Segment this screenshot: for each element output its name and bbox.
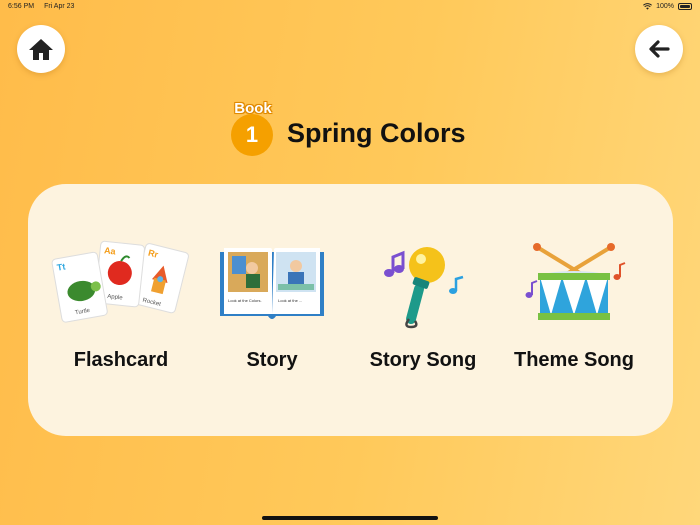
flashcard-icon: Rr Rocket Aa Apple Tt Turtle (51, 240, 189, 323)
status-bar: 6:56 PM Fri Apr 23 100% (0, 0, 700, 13)
theme-song-label: Theme Song (513, 349, 634, 371)
book-label: Book (234, 100, 272, 117)
music-note-icon (384, 250, 405, 277)
back-arrow-icon (649, 40, 670, 58)
drum-icon (525, 243, 626, 320)
microphone-icon (384, 247, 464, 329)
story-item[interactable]: Look at the Colors. Look at the ... Stor… (197, 234, 347, 372)
card-letter-tt: Tt (56, 261, 66, 272)
music-note-icon (449, 275, 464, 294)
battery-percent: 100% (656, 3, 674, 10)
story-label: Story (246, 349, 298, 371)
story-song-item[interactable]: Story Song (348, 234, 498, 372)
card-letter-aa: Aa (104, 245, 117, 256)
book-number: 1 (231, 114, 273, 156)
page-title: Spring Colors (287, 117, 466, 148)
story-page-caption-left: Look at the Colors. (228, 298, 262, 303)
book-badge: 1 Book (229, 100, 277, 156)
back-button[interactable] (635, 25, 683, 73)
storybook-icon: Look at the Colors. Look at the ... (220, 248, 324, 319)
theme-song-item[interactable]: Theme Song (499, 234, 649, 372)
music-note-icon (525, 280, 538, 298)
flashcard-label: Flashcard (73, 349, 169, 371)
music-note-icon (613, 262, 626, 280)
home-indicator[interactable] (262, 516, 438, 520)
status-time: 6:56 PM (8, 3, 35, 10)
menu-panel: Rr Rocket Aa Apple Tt Turtle Flashcard L… (28, 184, 673, 436)
battery-icon (678, 3, 692, 10)
book-header: 1 Book Spring Colors (229, 100, 466, 156)
wifi-icon (643, 3, 653, 10)
flashcard-item[interactable]: Rr Rocket Aa Apple Tt Turtle Flashcard (46, 234, 196, 372)
story-song-label: Story Song (369, 349, 477, 371)
status-date: Fri Apr 23 (44, 3, 75, 10)
story-page-caption-right: Look at the ... (278, 298, 302, 303)
home-icon (29, 39, 53, 60)
home-button[interactable] (17, 25, 65, 73)
